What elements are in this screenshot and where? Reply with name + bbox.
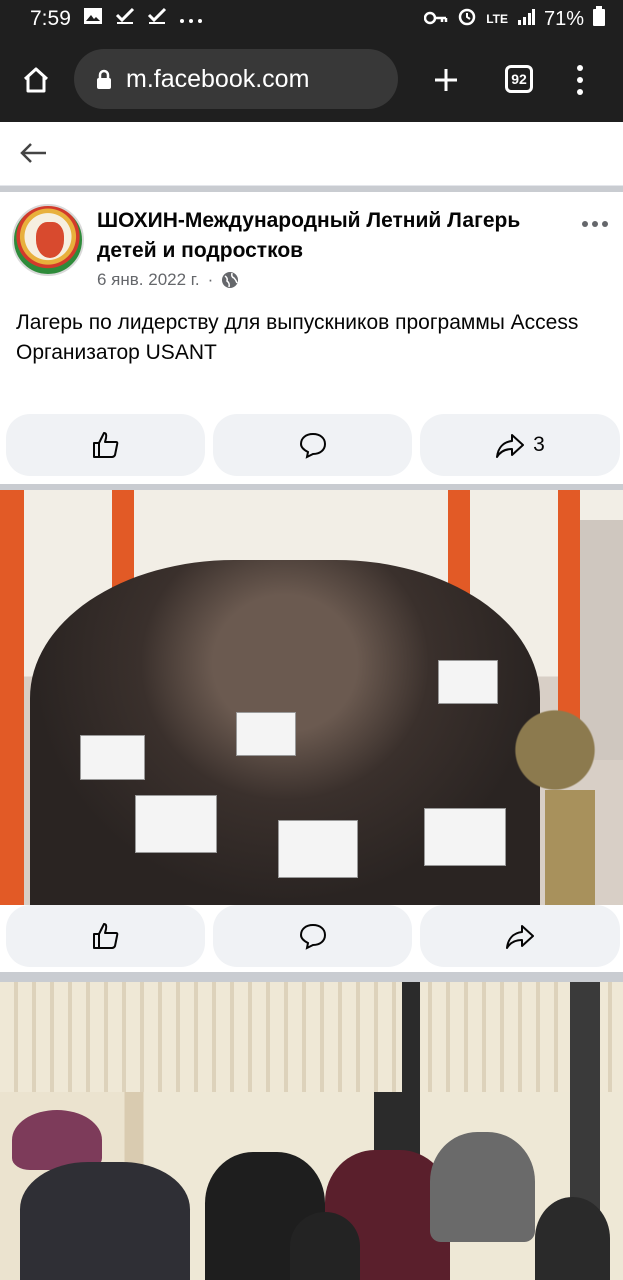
url-text: m.facebook.com <box>126 64 310 93</box>
browser-menu-button[interactable] <box>565 60 595 100</box>
more-dot <box>602 221 608 227</box>
photo-action-row <box>0 905 623 969</box>
page-nav-row <box>0 122 623 186</box>
share-button[interactable]: 3 <box>420 414 620 476</box>
new-tab-button[interactable] <box>426 60 466 100</box>
section-divider <box>0 972 623 982</box>
post-text-line: Организатор USANT <box>16 341 217 364</box>
post-text: Лагерь по лидерству для выпускников прог… <box>16 308 616 368</box>
battery-percent: 71% <box>543 7 584 30</box>
home-icon <box>23 67 49 93</box>
more-dot <box>592 221 598 227</box>
lock-icon <box>97 69 111 89</box>
back-button[interactable] <box>18 138 54 170</box>
alarm-icon <box>457 6 477 32</box>
meta-separator: · <box>207 270 214 289</box>
certificate <box>438 660 498 704</box>
browser-toolbar: m.facebook.com 92 <box>0 38 623 122</box>
photo-comment-button[interactable] <box>213 905 412 967</box>
share-count: 3 <box>533 433 545 456</box>
eagle-statue <box>500 695 610 805</box>
globe-icon <box>222 272 239 288</box>
more-dots-icon <box>179 7 203 31</box>
home-button[interactable] <box>0 38 72 122</box>
battery-icon <box>593 6 605 32</box>
section-divider <box>0 186 623 192</box>
comment-icon <box>299 923 326 950</box>
more-dot <box>582 221 588 227</box>
gallery-icon <box>83 7 103 31</box>
like-icon <box>92 432 118 458</box>
status-bar: 7:59 LTE 71% <box>0 0 623 38</box>
plus-icon <box>435 69 457 91</box>
tab-count: 92 <box>511 71 527 87</box>
page-name[interactable]: ШОХИН-Международный Летний Лагерь детей … <box>97 206 557 266</box>
photo-pillar <box>558 490 580 730</box>
share-icon <box>506 925 534 949</box>
menu-dot <box>577 65 583 71</box>
photo-pillar <box>0 490 24 905</box>
post-action-row: 3 <box>0 414 623 478</box>
group-photo[interactable] <box>0 490 623 905</box>
post-text-line: Лагерь по лидерству для выпускников прог… <box>16 311 579 334</box>
menu-dot <box>577 77 583 83</box>
person-hat <box>12 1110 102 1170</box>
person <box>290 1212 360 1280</box>
key-icon <box>423 8 448 31</box>
post-options-button[interactable] <box>582 214 612 234</box>
certificate <box>424 808 506 866</box>
tab-switcher-button[interactable]: 92 <box>505 65 533 93</box>
person <box>535 1197 610 1280</box>
photo-like-button[interactable] <box>6 905 205 967</box>
certificate <box>80 735 145 780</box>
certificate <box>278 820 358 878</box>
comment-button[interactable] <box>213 414 412 476</box>
url-bar[interactable]: m.facebook.com <box>74 49 398 109</box>
person <box>20 1162 190 1280</box>
photo-share-button[interactable] <box>420 905 620 967</box>
like-button[interactable] <box>6 414 205 476</box>
post-meta: 6 янв. 2022 г. · <box>97 270 239 290</box>
post-date[interactable]: 6 янв. 2022 г. <box>97 270 200 290</box>
person <box>430 1132 535 1242</box>
comment-icon <box>299 432 326 459</box>
certificate <box>236 712 296 756</box>
page-avatar[interactable] <box>12 204 84 276</box>
statue-pedestal <box>545 790 595 905</box>
certificate <box>135 795 217 853</box>
share-icon <box>496 434 525 458</box>
avatar-logo <box>36 222 64 258</box>
like-icon <box>92 923 118 949</box>
check-icon <box>147 7 167 31</box>
back-arrow-icon <box>20 143 46 163</box>
meeting-photo[interactable] <box>0 982 623 1280</box>
check-icon <box>115 7 135 31</box>
photo-curtain <box>0 982 623 1092</box>
status-time: 7:59 <box>30 7 71 30</box>
signal-icon <box>517 8 535 31</box>
network-type: LTE <box>486 12 508 26</box>
menu-dot <box>577 89 583 95</box>
